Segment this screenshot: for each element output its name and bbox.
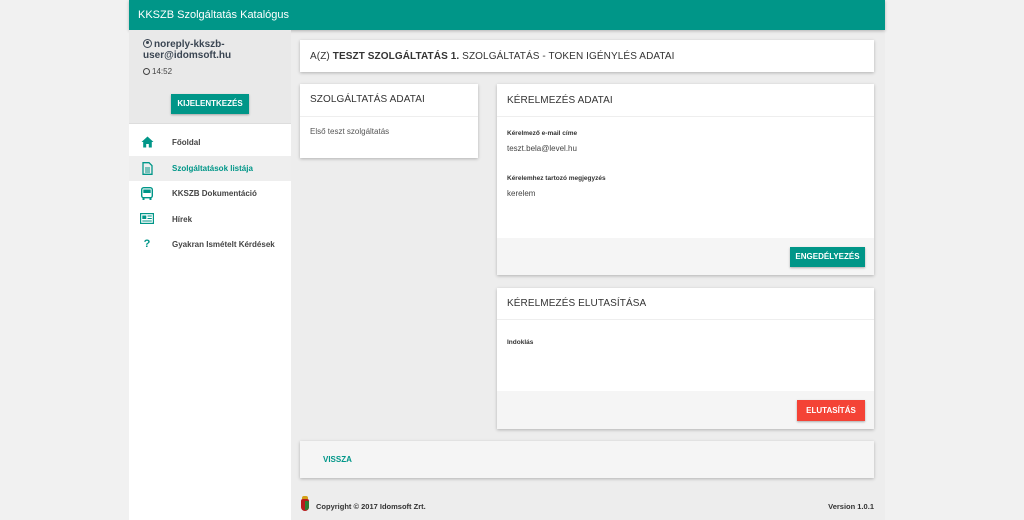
session-time: 14:52 xyxy=(143,67,172,76)
user-email: noreply-kkszb-user@idomsoft.hu xyxy=(143,39,283,61)
sidebar-item-documentation[interactable]: KKSZB Dokumentáció xyxy=(129,181,291,207)
top-bar: KKSZB Szolgáltatás Katalógus xyxy=(129,0,885,30)
back-link[interactable]: VISSZA xyxy=(323,455,352,464)
request-data-title: KÉRELMEZÉS ADATAI xyxy=(507,95,613,106)
document-icon xyxy=(140,161,154,175)
version-text: Version 1.0.1 xyxy=(828,502,874,511)
rejection-title: KÉRELMEZÉS ELUTASÍTÁSA xyxy=(507,298,647,309)
user-panel: noreply-kkszb-user@idomsoft.hu 14:52 KIJ… xyxy=(129,30,291,124)
reject-button[interactable]: ELUTASÍTÁS xyxy=(797,400,865,421)
rejection-card-footer: ELUTASÍTÁS xyxy=(497,391,874,429)
request-data-card: KÉRELMEZÉS ADATAI Kérelmező e-mail címe … xyxy=(497,84,874,275)
home-icon xyxy=(140,136,154,149)
sidebar-item-label: Szolgáltatások listája xyxy=(172,163,253,173)
page-title-prefix: A(Z) xyxy=(310,51,330,62)
back-card: VISSZA xyxy=(300,441,874,478)
page-footer: Copyright © 2017 Idomsoft Zrt. Version 1… xyxy=(300,494,885,520)
divider xyxy=(300,116,478,117)
sidebar-item-faq[interactable]: ? Gyakran Ismételt Kérdések xyxy=(129,232,291,258)
sidebar: noreply-kkszb-user@idomsoft.hu 14:52 KIJ… xyxy=(129,30,291,520)
newspaper-icon xyxy=(140,212,155,226)
divider xyxy=(497,319,874,320)
request-card-footer: ENGEDÉLYEZÉS xyxy=(497,238,874,275)
service-data-card: SZOLGÁLTATÁS ADATAI Első teszt szolgálta… xyxy=(300,84,478,158)
copyright-text: Copyright © 2017 Idomsoft Zrt. xyxy=(316,502,426,511)
app-title[interactable]: KKSZB Szolgáltatás Katalógus xyxy=(138,9,289,21)
sidebar-item-label: Gyakran Ismételt Kérdések xyxy=(172,240,275,249)
sidebar-item-label: KKSZB Dokumentáció xyxy=(172,189,257,198)
sidebar-item-label: Hírek xyxy=(172,214,193,224)
rejection-card: KÉRELMEZÉS ELUTASÍTÁSA Indoklás ELUTASÍT… xyxy=(497,288,874,429)
page-title-service: TESZT SZOLGÁLTATÁS 1. xyxy=(332,51,460,62)
sidebar-menu: Főoldal Szolgáltatások listája KKSZB Dok… xyxy=(129,130,291,258)
request-note-value: kerelem xyxy=(507,189,536,198)
coat-of-arms-icon xyxy=(301,496,309,511)
sidebar-item-label: Főoldal xyxy=(172,138,201,147)
approve-button[interactable]: ENGEDÉLYEZÉS xyxy=(790,247,865,267)
requester-email-value: teszt.bela@level.hu xyxy=(507,144,577,153)
requester-email-label: Kérelmező e-mail címe xyxy=(507,130,578,137)
request-note-label: Kérelemhez tartozó megjegyzés xyxy=(507,175,606,182)
logout-button[interactable]: KIJELENTKEZÉS xyxy=(171,94,249,114)
clock-icon xyxy=(143,68,150,75)
session-time-text: 14:52 xyxy=(152,67,173,76)
sidebar-item-services[interactable]: Szolgáltatások listája xyxy=(129,155,291,181)
question-icon: ? xyxy=(143,238,151,250)
divider xyxy=(497,116,874,117)
bus-icon xyxy=(140,186,154,200)
service-description: Első teszt szolgáltatás xyxy=(310,127,390,136)
page-header-card: A(Z) TESZT SZOLGÁLTATÁS 1. SZOLGÁLTATÁS … xyxy=(300,40,874,72)
page-title: A(Z) TESZT SZOLGÁLTATÁS 1. SZOLGÁLTATÁS … xyxy=(310,51,675,62)
rejection-reason-label: Indoklás xyxy=(507,339,534,346)
sidebar-item-news[interactable]: Hírek xyxy=(129,207,291,233)
app-window: KKSZB Szolgáltatás Katalógus noreply-kks… xyxy=(129,0,885,520)
sidebar-item-home[interactable]: Főoldal xyxy=(129,130,291,156)
user-icon xyxy=(143,39,152,48)
page-title-suffix: SZOLGÁLTATÁS - TOKEN IGÉNYLÉS ADATAI xyxy=(462,51,675,62)
user-email-text: noreply-kkszb-user@idomsoft.hu xyxy=(143,39,232,61)
service-data-title: SZOLGÁLTATÁS ADATAI xyxy=(310,94,425,105)
